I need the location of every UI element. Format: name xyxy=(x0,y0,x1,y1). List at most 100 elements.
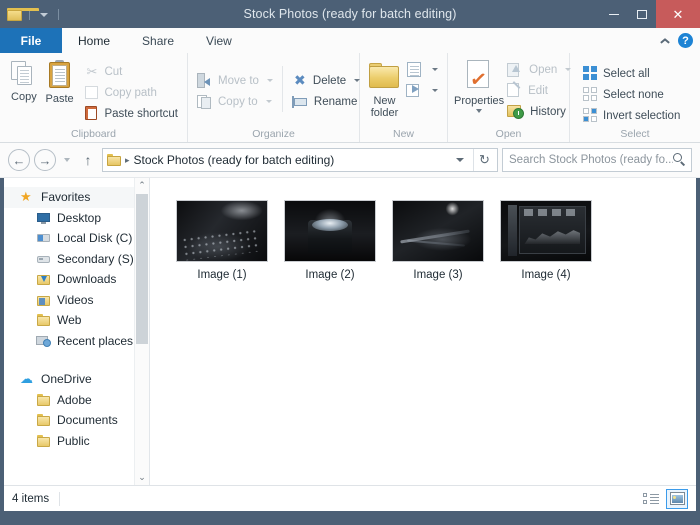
sidebar-item-label: Favorites xyxy=(41,190,91,205)
ribbon-group-organize: Move to Copy to ✖ Delete Rename Organize xyxy=(188,53,363,142)
search-icon xyxy=(673,153,687,167)
paste-shortcut-button[interactable]: Paste shortcut xyxy=(81,103,181,124)
easy-access-icon xyxy=(406,82,424,99)
item-count-label: 4 items xyxy=(12,492,50,505)
desktop-icon xyxy=(36,211,51,225)
large-icons-view-button[interactable] xyxy=(666,488,688,509)
list-item[interactable]: Image (1) xyxy=(174,200,270,281)
easy-access-button[interactable] xyxy=(403,80,441,101)
sidebar-item-local-disk-c[interactable]: Local Disk (C) xyxy=(4,228,149,249)
tab-home[interactable]: Home xyxy=(62,28,127,53)
help-icon[interactable]: ? xyxy=(678,33,693,48)
sidebar-item-documents[interactable]: Documents xyxy=(4,410,149,431)
sidebar-item-label: Web xyxy=(57,313,82,328)
sidebar-item-onedrive[interactable]: ☁ OneDrive xyxy=(4,369,149,390)
move-to-button[interactable]: Move to xyxy=(194,70,276,91)
scroll-down-button[interactable]: ⌄ xyxy=(135,470,149,485)
view-toggle-group xyxy=(640,488,688,509)
select-none-icon xyxy=(583,87,598,102)
properties-button[interactable]: ✓ Properties xyxy=(454,57,504,113)
tab-share[interactable]: Share xyxy=(126,28,191,53)
sidebar-item-label: Public xyxy=(57,433,90,448)
search-box[interactable]: Search Stock Photos (ready fo... xyxy=(502,148,692,172)
close-button[interactable]: ✕ xyxy=(656,0,700,28)
sidebar-item-label: OneDrive xyxy=(41,372,92,387)
select-all-button[interactable]: Select all xyxy=(580,63,683,84)
sidebar-item-favorites[interactable]: ★ Favorites xyxy=(4,187,149,208)
details-view-button[interactable] xyxy=(640,489,662,509)
history-button[interactable]: History xyxy=(504,101,574,122)
select-all-icon xyxy=(583,66,598,81)
open-icon xyxy=(507,62,524,78)
minimize-button[interactable] xyxy=(600,0,628,28)
ribbon: Copy Paste ✂ Cut Copy path Paste shortcu… xyxy=(0,53,700,143)
chevron-up-icon[interactable] xyxy=(660,36,669,45)
select-none-button[interactable]: Select none xyxy=(580,84,683,105)
list-item[interactable]: Image (2) xyxy=(282,200,378,281)
close-icon: ✕ xyxy=(672,6,684,22)
copy-path-button[interactable]: Copy path xyxy=(81,82,181,103)
refresh-button[interactable]: ↻ xyxy=(473,149,495,171)
new-item-button[interactable] xyxy=(403,59,441,80)
edit-button[interactable]: Edit xyxy=(504,80,574,101)
sidebar-item-public[interactable]: Public xyxy=(4,431,149,452)
folder-icon xyxy=(36,313,51,327)
tab-file[interactable]: File xyxy=(0,28,62,53)
sidebar-item-secondary-s[interactable]: Secondary (S) xyxy=(4,249,149,270)
scissors-icon: ✂ xyxy=(86,64,98,79)
history-icon xyxy=(507,103,525,120)
sidebar-item-recent-places[interactable]: Recent places xyxy=(4,331,149,352)
sidebar-item-adobe[interactable]: Adobe xyxy=(4,390,149,411)
sidebar-item-desktop[interactable]: Desktop xyxy=(4,208,149,229)
thumbnail-image-1 xyxy=(176,200,268,262)
navigation-pane-scrollbar[interactable]: ⌃ ⌄ xyxy=(134,178,149,485)
tab-view[interactable]: View xyxy=(190,28,248,53)
quick-access-dropdown-button[interactable] xyxy=(37,5,51,23)
edit-icon xyxy=(507,81,523,98)
thumbnail-image-2 xyxy=(284,200,376,262)
scroll-up-button[interactable]: ⌃ xyxy=(135,178,149,193)
recent-places-icon xyxy=(36,334,51,348)
open-button[interactable]: Open xyxy=(504,59,574,80)
downloads-folder-icon xyxy=(36,272,51,286)
recent-locations-button[interactable] xyxy=(60,149,74,171)
list-item[interactable]: Image (3) xyxy=(390,200,486,281)
address-bar[interactable]: ▸ Stock Photos (ready for batch editing)… xyxy=(102,148,498,172)
cut-button[interactable]: ✂ Cut xyxy=(81,61,181,82)
paste-button[interactable]: Paste xyxy=(42,57,78,105)
rename-button[interactable]: Rename xyxy=(289,91,363,112)
sidebar-item-downloads[interactable]: Downloads xyxy=(4,269,149,290)
ribbon-group-open: ✓ Properties Open Edit History Open xyxy=(448,53,572,142)
up-button[interactable]: ↑ xyxy=(78,149,98,171)
ribbon-group-label-organize: Organize xyxy=(252,128,295,140)
select-all-button-label: Select all xyxy=(603,67,650,80)
sidebar-item-label: Local Disk (C) xyxy=(57,231,133,246)
delete-button[interactable]: ✖ Delete xyxy=(289,70,363,91)
quick-access-toolbar[interactable] xyxy=(0,5,62,23)
maximize-button[interactable] xyxy=(628,0,656,28)
new-folder-button[interactable]: New folder xyxy=(366,59,403,119)
scrollbar-thumb[interactable] xyxy=(136,194,148,344)
copy-path-icon xyxy=(84,85,99,100)
chevron-down-icon xyxy=(266,79,273,82)
large-icons-view-icon xyxy=(669,492,685,505)
invert-selection-button[interactable]: Invert selection xyxy=(580,105,683,126)
paste-shortcut-button-label: Paste shortcut xyxy=(104,107,178,120)
search-input[interactable]: Search Stock Photos (ready fo... xyxy=(509,154,673,166)
address-dropdown-button[interactable] xyxy=(451,149,469,171)
drive-icon xyxy=(36,252,51,266)
sidebar-item-videos[interactable]: Videos xyxy=(4,290,149,311)
sidebar-item-web[interactable]: Web xyxy=(4,310,149,331)
cloud-icon: ☁ xyxy=(20,371,33,387)
cut-button-label: Cut xyxy=(104,65,123,78)
copy-to-button[interactable]: Copy to xyxy=(194,91,276,112)
status-bar: 4 items xyxy=(4,485,696,511)
list-item[interactable]: Image (4) xyxy=(498,200,594,281)
chevron-down-icon xyxy=(476,109,483,113)
forward-button[interactable]: → xyxy=(34,149,56,171)
back-button[interactable]: ← xyxy=(8,149,30,171)
file-list-view[interactable]: Image (1) Image (2) Image (3) Image (4) xyxy=(150,178,696,485)
move-to-icon xyxy=(197,72,213,89)
copy-button[interactable]: Copy xyxy=(6,57,42,103)
ribbon-tab-strip: File Home Share View ? xyxy=(0,28,700,53)
